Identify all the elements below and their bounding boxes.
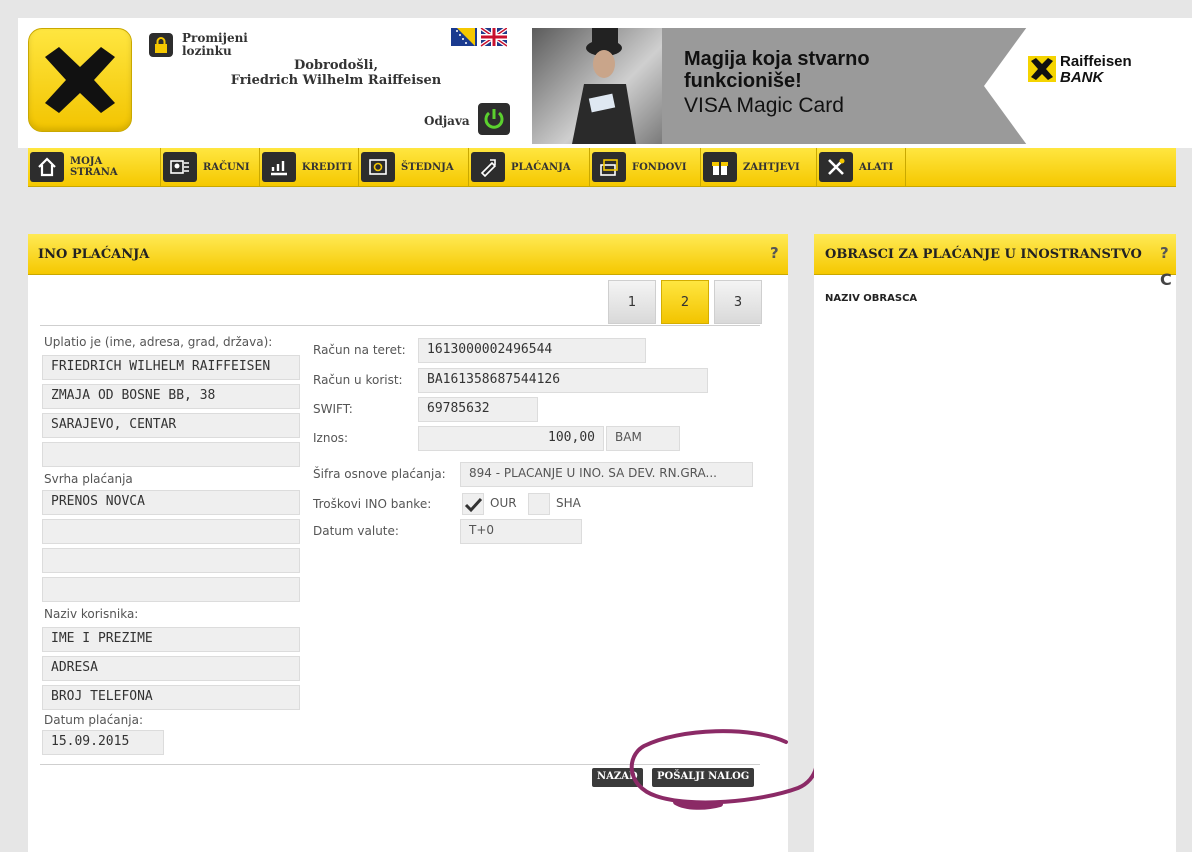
english-flag-icon[interactable] xyxy=(479,26,509,48)
nav-label: FONDOVI xyxy=(632,161,687,173)
payer-country-field[interactable] xyxy=(42,442,300,467)
brand-name-line-2: BANK xyxy=(1060,69,1104,86)
bosnian-flag-icon[interactable] xyxy=(451,28,477,46)
amount-label: Iznos: xyxy=(313,431,349,445)
banner-title-line-2: funkcioniše! xyxy=(684,70,802,92)
swift-label: SWIFT: xyxy=(313,402,353,416)
highlight-annotation xyxy=(620,724,820,844)
checkmark-icon xyxy=(464,497,483,513)
payer-address-field[interactable]: ZMAJA OD BOSNE BB, 38 xyxy=(42,384,300,409)
credits-icon xyxy=(262,152,296,182)
fees-label: Troškovi INO banke: xyxy=(313,497,432,511)
lock-icon xyxy=(154,37,168,53)
step-1[interactable]: 1 xyxy=(608,280,656,324)
payment-date-label: Datum plaćanja: xyxy=(44,713,143,727)
panel-title: INO PLAĆANJA xyxy=(38,247,150,262)
swift-field[interactable]: 69785632 xyxy=(418,397,538,422)
value-date-field[interactable]: T+0 xyxy=(460,519,582,544)
nav-item-moja-strana[interactable]: MOJA STRANA xyxy=(28,148,161,186)
purpose-field-2[interactable] xyxy=(42,519,300,544)
nav-item-racuni[interactable]: RAČUNI xyxy=(161,148,260,186)
nav-label: MOJA STRANA xyxy=(70,156,118,178)
fee-our-checkbox[interactable] xyxy=(462,493,484,515)
nav-label: ALATI xyxy=(859,161,894,173)
fee-sha-checkbox[interactable] xyxy=(528,493,550,515)
change-password-link[interactable]: Promijeni lozinku xyxy=(182,32,262,58)
power-icon xyxy=(484,109,504,129)
purpose-field-4[interactable] xyxy=(42,577,300,602)
accounts-icon xyxy=(163,152,197,182)
purpose-label: Svrha plaćanja xyxy=(44,472,133,486)
savings-icon xyxy=(361,152,395,182)
nav-label: KREDITI xyxy=(301,161,352,173)
amount-field[interactable]: 100,00 xyxy=(418,426,604,451)
nav-item-fondovi[interactable]: FONDOVI xyxy=(590,148,701,186)
fee-sha-label: SHA xyxy=(556,496,581,510)
basis-select[interactable]: 894 - PLACANJE U INO. SA DEV. RN.GRA... xyxy=(460,462,753,487)
value-date-label: Datum valute: xyxy=(313,524,399,538)
nav-label: ŠTEDNJA xyxy=(401,161,454,173)
brand-logo-icon xyxy=(1028,56,1056,82)
brand-name: Raiffeisen BANK xyxy=(1060,54,1132,86)
beneficiary-phone-field[interactable]: BROJ TELEFONA xyxy=(42,685,300,710)
payment-date-field[interactable]: 15.09.2015 xyxy=(42,730,164,755)
payer-label: Uplatio je (ime, adresa, grad, država): xyxy=(44,335,273,349)
logout-label[interactable]: Odjava xyxy=(424,114,470,128)
currency-field[interactable]: BAM xyxy=(606,426,680,451)
purpose-field-1[interactable]: PRENOS NOVCA xyxy=(42,490,300,515)
beneficiary-address-field[interactable]: ADRESA xyxy=(42,656,300,681)
beneficiary-label: Naziv korisnika: xyxy=(44,607,139,621)
help-icon[interactable]: ? xyxy=(1160,244,1169,262)
requests-icon xyxy=(703,152,737,182)
main-navigation: MOJA STRANA RAČUNI KREDITI ŠTEDNJA PLAĆA… xyxy=(28,148,1176,187)
nav-item-placanja[interactable]: PLAĆANJA xyxy=(469,148,590,186)
home-icon xyxy=(30,152,64,182)
nav-label: PLAĆANJA xyxy=(511,161,571,173)
fee-our-label: OUR xyxy=(490,496,517,510)
help-icon[interactable]: ? xyxy=(770,244,779,262)
brand-name-line-1: Raiffeisen xyxy=(1060,53,1132,70)
purpose-field-3[interactable] xyxy=(42,548,300,573)
nav-item-stednja[interactable]: ŠTEDNJA xyxy=(359,148,469,186)
credit-account-label: Račun u korist: xyxy=(313,373,403,387)
nav-item-zahtjevi[interactable]: ZAHTJEVI xyxy=(701,148,817,186)
funds-icon xyxy=(592,152,626,182)
divider xyxy=(40,325,760,326)
nav-item-alati[interactable]: ALATI xyxy=(817,148,906,186)
nav-item-krediti[interactable]: KREDITI xyxy=(260,148,359,186)
beneficiary-name-field[interactable]: IME I PREZIME xyxy=(42,627,300,652)
tools-icon xyxy=(819,152,853,182)
welcome-user-name: Friedrich Wilhelm Raiffeisen xyxy=(230,73,442,88)
banner-title-line-1: Magija koja stvarno xyxy=(684,48,870,70)
language-switcher xyxy=(451,26,509,48)
step-3[interactable]: 3 xyxy=(714,280,762,324)
raiffeisen-logo[interactable] xyxy=(28,28,132,132)
banner-title: Magija koja stvarno funkcioniše! xyxy=(684,48,870,92)
change-password-button[interactable] xyxy=(149,33,173,57)
welcome-greeting: Dobrodošli, xyxy=(293,58,379,73)
payments-icon xyxy=(471,152,505,182)
logo-crossed-gables-icon xyxy=(45,47,115,113)
nav-label: ZAHTJEVI xyxy=(743,161,800,173)
forms-panel-title: OBRASCI ZA PLAĆANJE U INOSTRANSTVO xyxy=(825,247,1142,262)
debit-account-field[interactable]: 1613000002496544 xyxy=(418,338,646,363)
debit-account-label: Račun na teret: xyxy=(313,343,406,357)
payer-city-field[interactable]: SARAJEVO, CENTAR xyxy=(42,413,300,438)
logout-button[interactable] xyxy=(478,103,510,135)
forms-panel xyxy=(814,234,1176,852)
welcome-text: Dobrodošli, Friedrich Wilhelm Raiffeisen xyxy=(216,58,456,88)
nav-label: RAČUNI xyxy=(203,161,250,173)
basis-label: Šifra osnove plaćanja: xyxy=(313,467,446,481)
step-2[interactable]: 2 xyxy=(661,280,709,324)
forms-column-header: NAZIV OBRASCA xyxy=(825,293,918,304)
banner-subtitle: VISA Magic Card xyxy=(684,94,844,117)
banner-magician-image xyxy=(532,28,662,144)
payer-name-field[interactable]: FRIEDRICH WILHELM RAIFFEISEN xyxy=(42,355,300,380)
refresh-icon[interactable]: C xyxy=(1160,270,1172,289)
credit-account-field[interactable]: BA161358687544126 xyxy=(418,368,708,393)
